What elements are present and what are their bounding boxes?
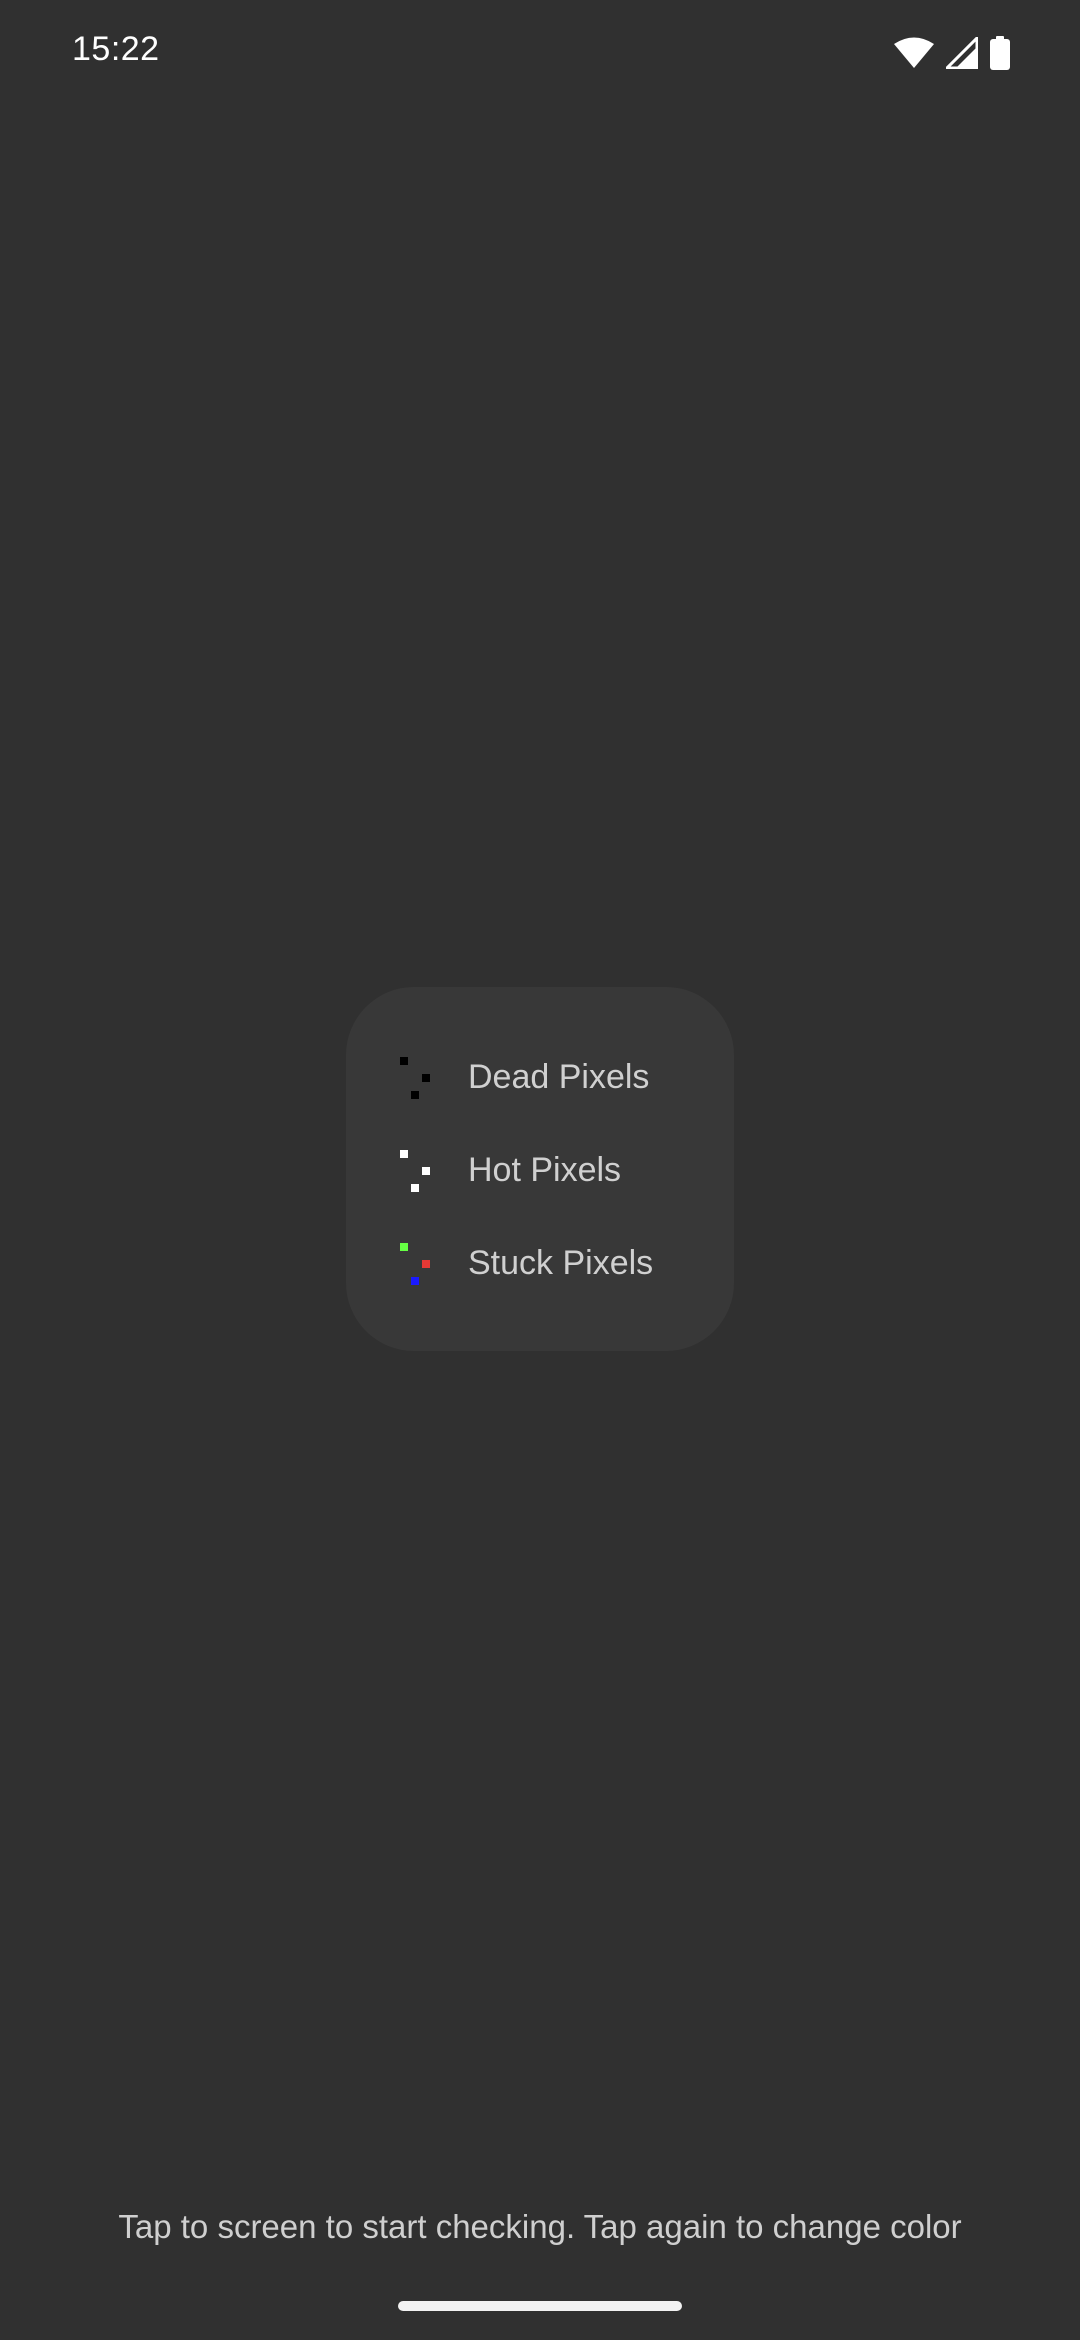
wifi-icon — [894, 37, 934, 69]
status-icons — [894, 36, 1010, 70]
pixel-dot — [400, 1057, 408, 1065]
pixel-test-screen[interactable]: 15:22 Dead Pixels Hot Pixels Stuck Pixel… — [0, 0, 1080, 2340]
pixel-dot — [422, 1260, 430, 1268]
legend-label: Stuck Pixels — [468, 1243, 654, 1282]
legend-label: Hot Pixels — [468, 1150, 622, 1189]
pixel-dot — [411, 1184, 419, 1192]
legend-item-hot-pixels: Hot Pixels — [394, 1140, 714, 1200]
status-bar: 15:22 — [0, 0, 1080, 110]
pixel-dot — [411, 1277, 419, 1285]
instruction-text: Tap to screen to start checking. Tap aga… — [118, 2208, 962, 2245]
legend-label: Dead Pixels — [468, 1057, 650, 1096]
battery-icon — [990, 36, 1010, 70]
pixel-dot — [422, 1074, 430, 1082]
pixel-dot — [400, 1243, 408, 1251]
hot-pixels-icon — [394, 1140, 438, 1200]
status-time: 15:22 — [72, 30, 160, 68]
dead-pixels-icon — [394, 1047, 438, 1107]
cellular-signal-icon — [946, 37, 978, 69]
legend-item-stuck-pixels: Stuck Pixels — [394, 1233, 714, 1293]
home-indicator[interactable] — [398, 2301, 682, 2311]
stuck-pixels-icon — [394, 1233, 438, 1293]
pixel-dot — [411, 1091, 419, 1099]
pixel-legend-card: Dead Pixels Hot Pixels Stuck Pixels — [346, 987, 734, 1351]
pixel-dot — [400, 1150, 408, 1158]
legend-item-dead-pixels: Dead Pixels — [394, 1047, 714, 1107]
pixel-dot — [422, 1167, 430, 1175]
